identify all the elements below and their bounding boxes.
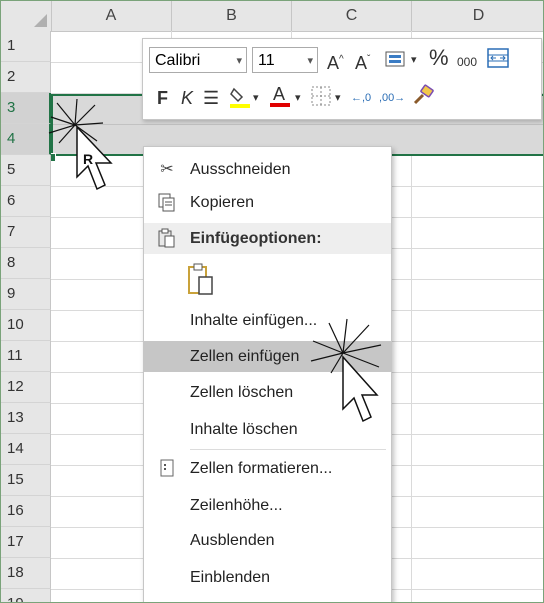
svg-text:A: A (273, 84, 285, 104)
percent-button[interactable]: % (429, 47, 449, 69)
row-header[interactable]: 6 (1, 186, 51, 217)
clipboard-icon (156, 223, 178, 259)
copy-icon (156, 187, 178, 224)
menu-item-copy[interactable]: Kopieren (144, 187, 391, 218)
select-all-triangle-icon (34, 14, 47, 27)
column-header-a[interactable]: A (51, 1, 172, 31)
row-header[interactable]: 12 (1, 372, 51, 403)
row-header[interactable]: 18 (1, 558, 51, 589)
menu-item-label: Zellen löschen (190, 384, 294, 401)
row-header[interactable]: 1 (1, 31, 51, 62)
font-grow-icon[interactable]: A^ (327, 49, 344, 74)
font-name-dropdown[interactable]: Calibri ▾ (149, 47, 247, 73)
thousands-separator-button[interactable]: 000 (457, 51, 477, 73)
menu-item-label: Kopieren (190, 194, 255, 211)
merge-center-icon[interactable] (487, 47, 509, 74)
row-header[interactable]: 10 (1, 310, 51, 341)
menu-item-label: Ausblenden (190, 532, 275, 549)
menu-item-label: Zeilenhöhe... (190, 497, 283, 514)
menu-item-format-cells[interactable]: Zellen formatieren... (144, 453, 391, 484)
chevron-down-icon[interactable]: ▾ (411, 49, 417, 71)
row-header[interactable]: 2 (1, 62, 51, 93)
bold-button[interactable]: F (157, 87, 168, 109)
chevron-down-icon: ▾ (307, 55, 313, 67)
menu-item-label: Inhalte löschen (190, 421, 298, 438)
menu-item-cut[interactable]: ✂ Ausschneiden (144, 154, 391, 185)
select-all-corner[interactable] (1, 1, 52, 31)
font-shrink-icon[interactable]: Aˇ (355, 49, 370, 74)
font-size-dropdown[interactable]: 11 ▾ (252, 47, 318, 73)
menu-item-label: Inhalte einfügen... (190, 312, 318, 329)
menu-section-paste-options: Einfügeoptionen: (144, 223, 391, 254)
spreadsheet-window: A B C D 1 2 3 4 5 6 7 8 9 10 11 12 13 14… (0, 0, 544, 603)
row-header[interactable]: 13 (1, 403, 51, 434)
row-header[interactable]: 11 (1, 341, 51, 372)
chevron-down-icon[interactable]: ▾ (253, 87, 259, 109)
font-name-value: Calibri (155, 52, 201, 69)
menu-item-label: Zellen einfügen (190, 348, 300, 365)
row-header[interactable]: 8 (1, 248, 51, 279)
row-header-selected[interactable]: 4 (1, 124, 51, 155)
borders-icon[interactable] (311, 86, 331, 111)
chevron-down-icon: ▾ (236, 55, 242, 67)
row-header[interactable]: 16 (1, 496, 51, 527)
font-size-value: 11 (258, 52, 275, 69)
paste-clipboard-icon[interactable] (188, 262, 214, 296)
scissors-icon: ✂ (160, 161, 174, 178)
menu-separator (190, 449, 386, 450)
menu-item-row-height[interactable]: Zeilenhöhe... (144, 490, 391, 521)
fill-color-icon[interactable] (229, 85, 251, 114)
row-header[interactable]: 17 (1, 527, 51, 558)
menu-item-hide[interactable]: Ausblenden (144, 525, 391, 556)
format-cells-icon (156, 453, 178, 488)
row-header[interactable]: 7 (1, 217, 51, 248)
align-center-icon[interactable]: ☰ (203, 87, 219, 109)
format-painter-icon[interactable] (411, 83, 435, 112)
mini-toolbar: Calibri ▾ 11 ▾ A^ Aˇ ▾ % 000 F K ☰ ▾ A ▾ (142, 38, 542, 120)
row-header[interactable]: 14 (1, 434, 51, 465)
row-header[interactable]: 19 (1, 589, 51, 602)
increase-decimal-icon[interactable]: ←,0 (351, 87, 371, 109)
menu-item-unhide[interactable]: Einblenden (144, 562, 391, 593)
menu-item-label: Einblenden (190, 569, 271, 586)
row-header[interactable]: 5 (1, 155, 51, 186)
chevron-down-icon[interactable]: ▾ (295, 87, 301, 109)
menu-item-label: Einfügeoptionen: (190, 230, 322, 247)
menu-item-label: Zellen formatieren... (190, 460, 333, 477)
font-color-icon[interactable]: A (269, 83, 291, 114)
row-header[interactable]: 9 (1, 279, 51, 310)
right-click-label: R (83, 151, 94, 167)
decrease-decimal-icon[interactable]: ,00→ (379, 87, 405, 109)
column-header-d[interactable]: D (412, 1, 543, 31)
number-format-icon[interactable] (385, 49, 407, 67)
column-header-c[interactable]: C (292, 1, 412, 31)
right-click-cursor-icon (48, 99, 113, 191)
chevron-down-icon[interactable]: ▾ (335, 87, 341, 109)
column-header-bar: A B C D (1, 1, 543, 32)
row-header[interactable]: 15 (1, 465, 51, 496)
italic-button[interactable]: K (181, 87, 193, 109)
row-header-selected[interactable]: 3 (1, 93, 51, 124)
click-cursor-icon (310, 318, 382, 423)
menu-item-label: Ausschneiden (190, 161, 291, 178)
column-header-b[interactable]: B (172, 1, 292, 31)
